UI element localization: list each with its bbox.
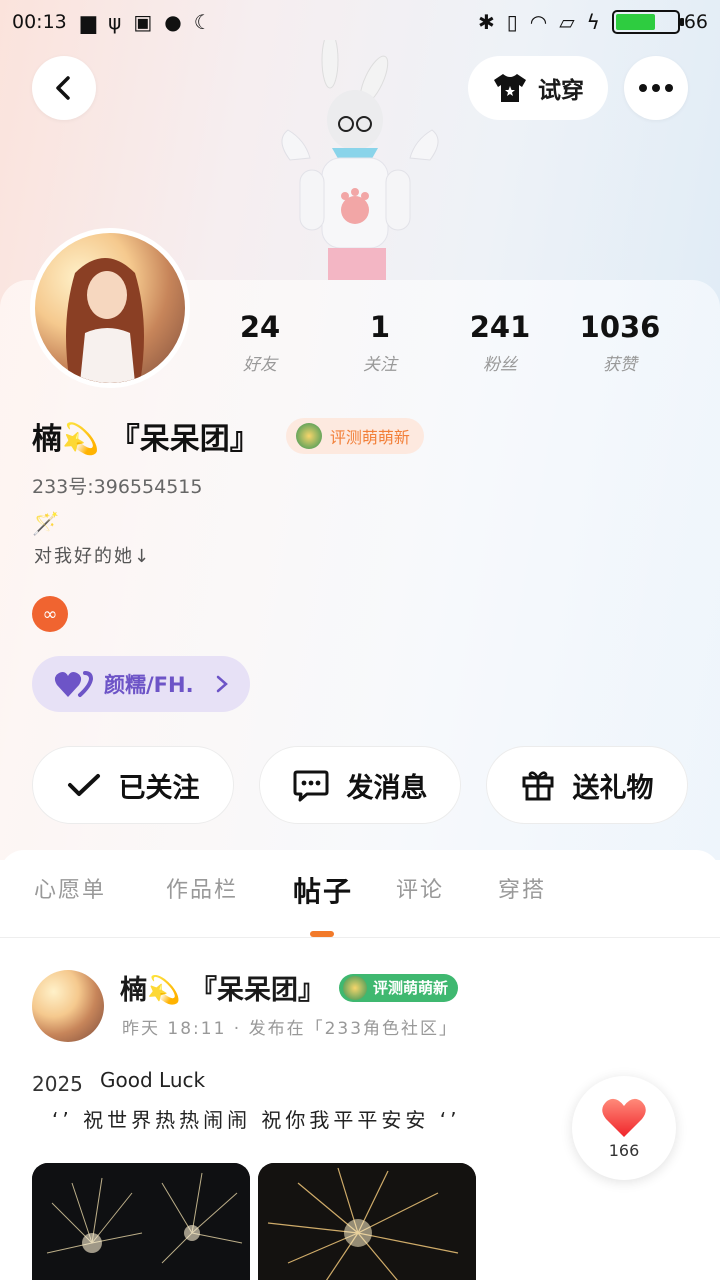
stat-following[interactable]: 1 关注: [320, 310, 440, 375]
group-label: 颜糯/FH.: [104, 673, 194, 697]
status-time: 00:13: [12, 11, 67, 33]
post-author-name[interactable]: 楠💫 『呆呆团』: [120, 968, 325, 1007]
stat-label: 好友: [243, 355, 277, 375]
followed-label: 已关注: [118, 772, 200, 804]
chevron-left-icon: [56, 76, 70, 100]
followed-button[interactable]: 已关注: [32, 746, 234, 824]
bio-emoji: 🪄: [32, 512, 60, 537]
post-text: ‘’ 祝世界热热闹闹 祝你我平平安安 ‘’: [52, 1108, 461, 1132]
tab-works[interactable]: 作品栏: [166, 872, 238, 904]
chat-icon: ●: [164, 10, 182, 34]
back-button[interactable]: [32, 56, 96, 120]
gift-label: 送礼物: [572, 772, 654, 804]
vibrate-icon: ▯: [506, 10, 518, 34]
stat-number: 24: [239, 310, 281, 344]
calendar-icon: ▆: [80, 10, 97, 34]
tab-posts[interactable]: 帖子: [293, 870, 353, 910]
group-pill[interactable]: 颜糯/FH.: [32, 656, 250, 712]
profile-bio: 对我好的她↓: [34, 546, 152, 567]
check-icon: [67, 774, 100, 796]
profile-avatar[interactable]: [30, 228, 190, 388]
status-bar: 00:13 ▆ ψ ▣ ● ☾ ✱ ▯ ◠ ▱ ϟ 66: [0, 0, 720, 44]
try-on-label: 试穿: [538, 78, 584, 104]
like-button[interactable]: 166: [572, 1076, 676, 1180]
divider: [0, 937, 720, 938]
reviewer-badge[interactable]: 评测萌萌新: [285, 418, 424, 454]
shirt-icon: [494, 74, 526, 102]
gift-icon: [522, 771, 553, 801]
action-row: 已关注 发消息 送礼物: [32, 746, 688, 824]
more-icon: [639, 84, 673, 92]
stat-label: 粉丝: [483, 355, 517, 375]
battery-icon: [611, 10, 684, 34]
post-image[interactable]: [32, 1163, 250, 1280]
usb-icon: ψ: [108, 10, 122, 34]
stat-likes[interactable]: 1036 获赞: [560, 310, 680, 375]
status-right: ✱ ▯ ◠ ▱ ϟ 66: [478, 10, 708, 34]
post-title: Good Luck: [100, 1068, 206, 1092]
avatar-illustration: [66, 258, 144, 383]
tab-outfits[interactable]: 穿搭: [498, 872, 546, 904]
bluetooth-icon: ✱: [477, 10, 495, 34]
stat-friends[interactable]: 24 好友: [200, 310, 320, 375]
stat-number: 241: [469, 310, 531, 344]
tab-bar: 心愿单 作品栏 帖子 评论 穿搭: [0, 872, 720, 932]
badge-icon: [295, 423, 322, 449]
tab-wishlist[interactable]: 心愿单: [34, 872, 106, 904]
heart-icon: [602, 1098, 646, 1137]
stats-row: 24 好友 1 关注 241 粉丝 1036 获赞: [200, 310, 720, 375]
user-id: 233号:396554515: [32, 476, 203, 498]
tab-comments[interactable]: 评论: [396, 872, 444, 904]
post-image[interactable]: [258, 1163, 476, 1280]
gift-button[interactable]: 送礼物: [486, 746, 688, 824]
badge-icon: [343, 975, 368, 1000]
message-icon: [293, 770, 328, 802]
battery-level: 66: [683, 11, 708, 33]
stat-fans[interactable]: 241 粉丝: [440, 310, 560, 375]
post-badge-label: 评测萌萌新: [373, 979, 449, 997]
stat-number: 1: [369, 310, 391, 344]
post-year: 2025: [32, 1072, 83, 1096]
post-meta: 昨天 18:11 · 发布在「233角色社区」: [122, 1019, 459, 1039]
sim-icon: ▱: [559, 10, 575, 34]
name-row: 楠💫 『呆呆团』 评测萌萌新: [32, 414, 424, 458]
profile-name: 楠💫 『呆呆团』: [32, 422, 260, 457]
chevron-right-icon: [216, 675, 228, 693]
badge-label: 评测萌萌新: [329, 428, 410, 447]
fireworks-image: [32, 1163, 250, 1280]
moon-icon: ☾: [193, 10, 212, 34]
post-author-row: 楠💫 『呆呆团』 评测萌萌新: [120, 968, 459, 1007]
stat-label: 关注: [363, 355, 397, 375]
character-figure: [281, 40, 439, 280]
stat-number: 1036: [579, 310, 661, 344]
wifi-icon: ◠: [529, 10, 548, 34]
fireworks-image: [258, 1163, 476, 1280]
post-author-badge[interactable]: 评测萌萌新: [339, 973, 459, 1002]
charging-icon: ϟ: [586, 10, 600, 34]
stat-label: 获赞: [603, 355, 637, 375]
message-label: 发消息: [346, 772, 428, 804]
message-button[interactable]: 发消息: [259, 746, 461, 824]
more-button[interactable]: [624, 56, 688, 120]
try-on-button[interactable]: 试穿: [468, 56, 608, 120]
image-icon: ▣: [133, 10, 153, 34]
like-count: 166: [608, 1140, 640, 1160]
post-author-avatar[interactable]: [32, 970, 104, 1042]
linked-app-icon[interactable]: ∞: [32, 596, 68, 632]
heart-icon: [54, 671, 94, 697]
